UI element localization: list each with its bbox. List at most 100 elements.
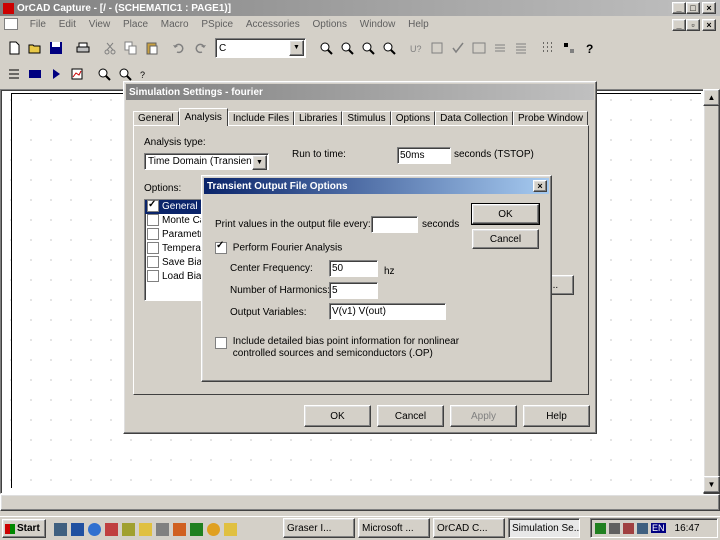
word-icon[interactable] [71, 522, 84, 536]
ie-icon[interactable] [88, 522, 101, 536]
zoom-area-icon[interactable] [358, 38, 378, 58]
run-to-time-input[interactable]: 50ms [397, 147, 451, 164]
folder-icon[interactable] [224, 522, 237, 536]
tab-stimulus[interactable]: Stimulus [342, 111, 391, 125]
taskbar-item-graser[interactable]: Graser I... [283, 518, 355, 538]
canvas-vscrollbar[interactable] [703, 89, 720, 494]
tab-libraries[interactable]: Libraries [293, 111, 343, 125]
tray-app-icon[interactable] [609, 522, 620, 534]
new-icon[interactable] [4, 38, 24, 58]
cancel-button[interactable]: Cancel [377, 405, 444, 427]
chevron-down-icon[interactable]: ▼ [289, 40, 304, 56]
scroll-up-button[interactable]: ▲ [703, 89, 720, 106]
menu-options[interactable]: Options [308, 17, 352, 33]
cut-icon[interactable] [100, 38, 120, 58]
apply-button[interactable]: Apply [450, 405, 517, 427]
netlist-icon[interactable] [469, 38, 489, 58]
output-variables-input[interactable]: V(v1) V(out) [329, 303, 446, 320]
analysis-type-select[interactable]: Time Domain (Transient) ▼ [144, 153, 269, 170]
start-button[interactable]: Start [2, 519, 46, 538]
edit-simulation-settings-icon[interactable] [25, 64, 45, 84]
chevron-down-icon[interactable]: ▼ [252, 155, 267, 170]
output-ok-button[interactable]: OK [471, 203, 540, 225]
output-dialog-close-button[interactable]: × [533, 180, 547, 192]
help-button[interactable]: Help [523, 405, 590, 427]
run-pspice-icon[interactable] [46, 64, 66, 84]
folder-icon[interactable] [139, 522, 152, 536]
taskbar-item-orcad[interactable]: OrCAD C... [433, 518, 505, 538]
tab-include-files[interactable]: Include Files [227, 111, 294, 125]
app-icon[interactable] [156, 522, 169, 536]
menu-place[interactable]: Place [118, 17, 153, 33]
app-icon[interactable] [190, 522, 203, 536]
voltage-marker-icon[interactable] [94, 64, 114, 84]
close-button[interactable]: × [702, 2, 716, 14]
view-results-icon[interactable] [67, 64, 87, 84]
print-icon[interactable] [73, 38, 93, 58]
doc-minimize-button[interactable]: _ [672, 19, 686, 31]
option-checkbox[interactable] [147, 242, 159, 255]
perform-fourier-checkbox[interactable] [215, 240, 227, 254]
menu-macro[interactable]: Macro [156, 17, 194, 33]
center-frequency-input[interactable]: 50 [329, 260, 378, 277]
paste-icon[interactable] [142, 38, 162, 58]
back-annotate-icon[interactable] [427, 38, 447, 58]
harmonics-input[interactable]: 5 [329, 282, 378, 299]
show-desktop-icon[interactable] [54, 522, 67, 536]
scroll-down-button[interactable]: ▼ [703, 476, 720, 493]
save-icon[interactable] [46, 38, 66, 58]
app-icon[interactable] [105, 522, 118, 536]
zoom-all-icon[interactable] [379, 38, 399, 58]
help-icon[interactable]: ? [580, 38, 600, 58]
undo-icon[interactable] [169, 38, 189, 58]
area-select-icon[interactable] [559, 38, 579, 58]
tab-analysis[interactable]: Analysis [178, 108, 228, 126]
network-icon[interactable] [595, 522, 606, 534]
tray-app-icon[interactable] [637, 522, 648, 534]
snap-grid-icon[interactable] [538, 38, 558, 58]
annotate-icon[interactable]: U? [406, 38, 426, 58]
ok-button[interactable]: OK [304, 405, 371, 427]
option-checkbox[interactable] [147, 270, 159, 283]
app-icon[interactable] [122, 522, 135, 536]
perform-fourier-checkbox-row[interactable]: Perform Fourier Analysis [215, 240, 342, 254]
copy-icon[interactable] [121, 38, 141, 58]
tab-options[interactable]: Options [390, 111, 436, 125]
option-checkbox[interactable] [147, 200, 159, 213]
language-indicator[interactable]: EN [651, 523, 666, 533]
menu-pspice[interactable]: PSpice [196, 17, 238, 33]
option-checkbox[interactable] [147, 214, 159, 227]
menu-window[interactable]: Window [355, 17, 401, 33]
doc-restore-button[interactable]: ▫ [686, 19, 700, 31]
app-icon[interactable] [173, 522, 186, 536]
tab-probe-window[interactable]: Probe Window [512, 111, 588, 125]
option-checkbox[interactable] [147, 256, 159, 269]
drc-icon[interactable] [448, 38, 468, 58]
bias-point-checkbox[interactable] [215, 337, 227, 349]
cross-reference-icon[interactable] [490, 38, 510, 58]
zoom-in-icon[interactable] [316, 38, 336, 58]
doc-close-button[interactable]: × [702, 19, 716, 31]
menu-file[interactable]: File [25, 17, 51, 33]
output-cancel-button[interactable]: Cancel [472, 229, 539, 249]
part-combo[interactable]: C ▼ [215, 38, 306, 58]
maximize-button[interactable]: □ [686, 2, 700, 14]
menu-view[interactable]: View [84, 17, 116, 33]
minimize-button[interactable]: _ [672, 2, 686, 14]
tab-general[interactable]: General [133, 111, 179, 125]
option-checkbox[interactable] [147, 228, 159, 241]
canvas-hscrollbar[interactable] [0, 494, 720, 511]
taskbar-item-simulation[interactable]: Simulation Se... [508, 518, 580, 538]
menu-help[interactable]: Help [403, 17, 434, 33]
open-icon[interactable] [25, 38, 45, 58]
tab-data-collection[interactable]: Data Collection [435, 111, 513, 125]
bias-point-checkbox-row[interactable]: Include detailed bias point information … [215, 336, 459, 360]
new-simulation-profile-icon[interactable] [4, 64, 24, 84]
menu-accessories[interactable]: Accessories [241, 17, 305, 33]
taskbar-item-microsoft[interactable]: Microsoft ... [358, 518, 430, 538]
print-values-input[interactable] [371, 216, 418, 233]
app-icon[interactable] [207, 522, 220, 536]
zoom-out-icon[interactable] [337, 38, 357, 58]
tray-app-icon[interactable] [623, 522, 634, 534]
redo-icon[interactable] [190, 38, 210, 58]
